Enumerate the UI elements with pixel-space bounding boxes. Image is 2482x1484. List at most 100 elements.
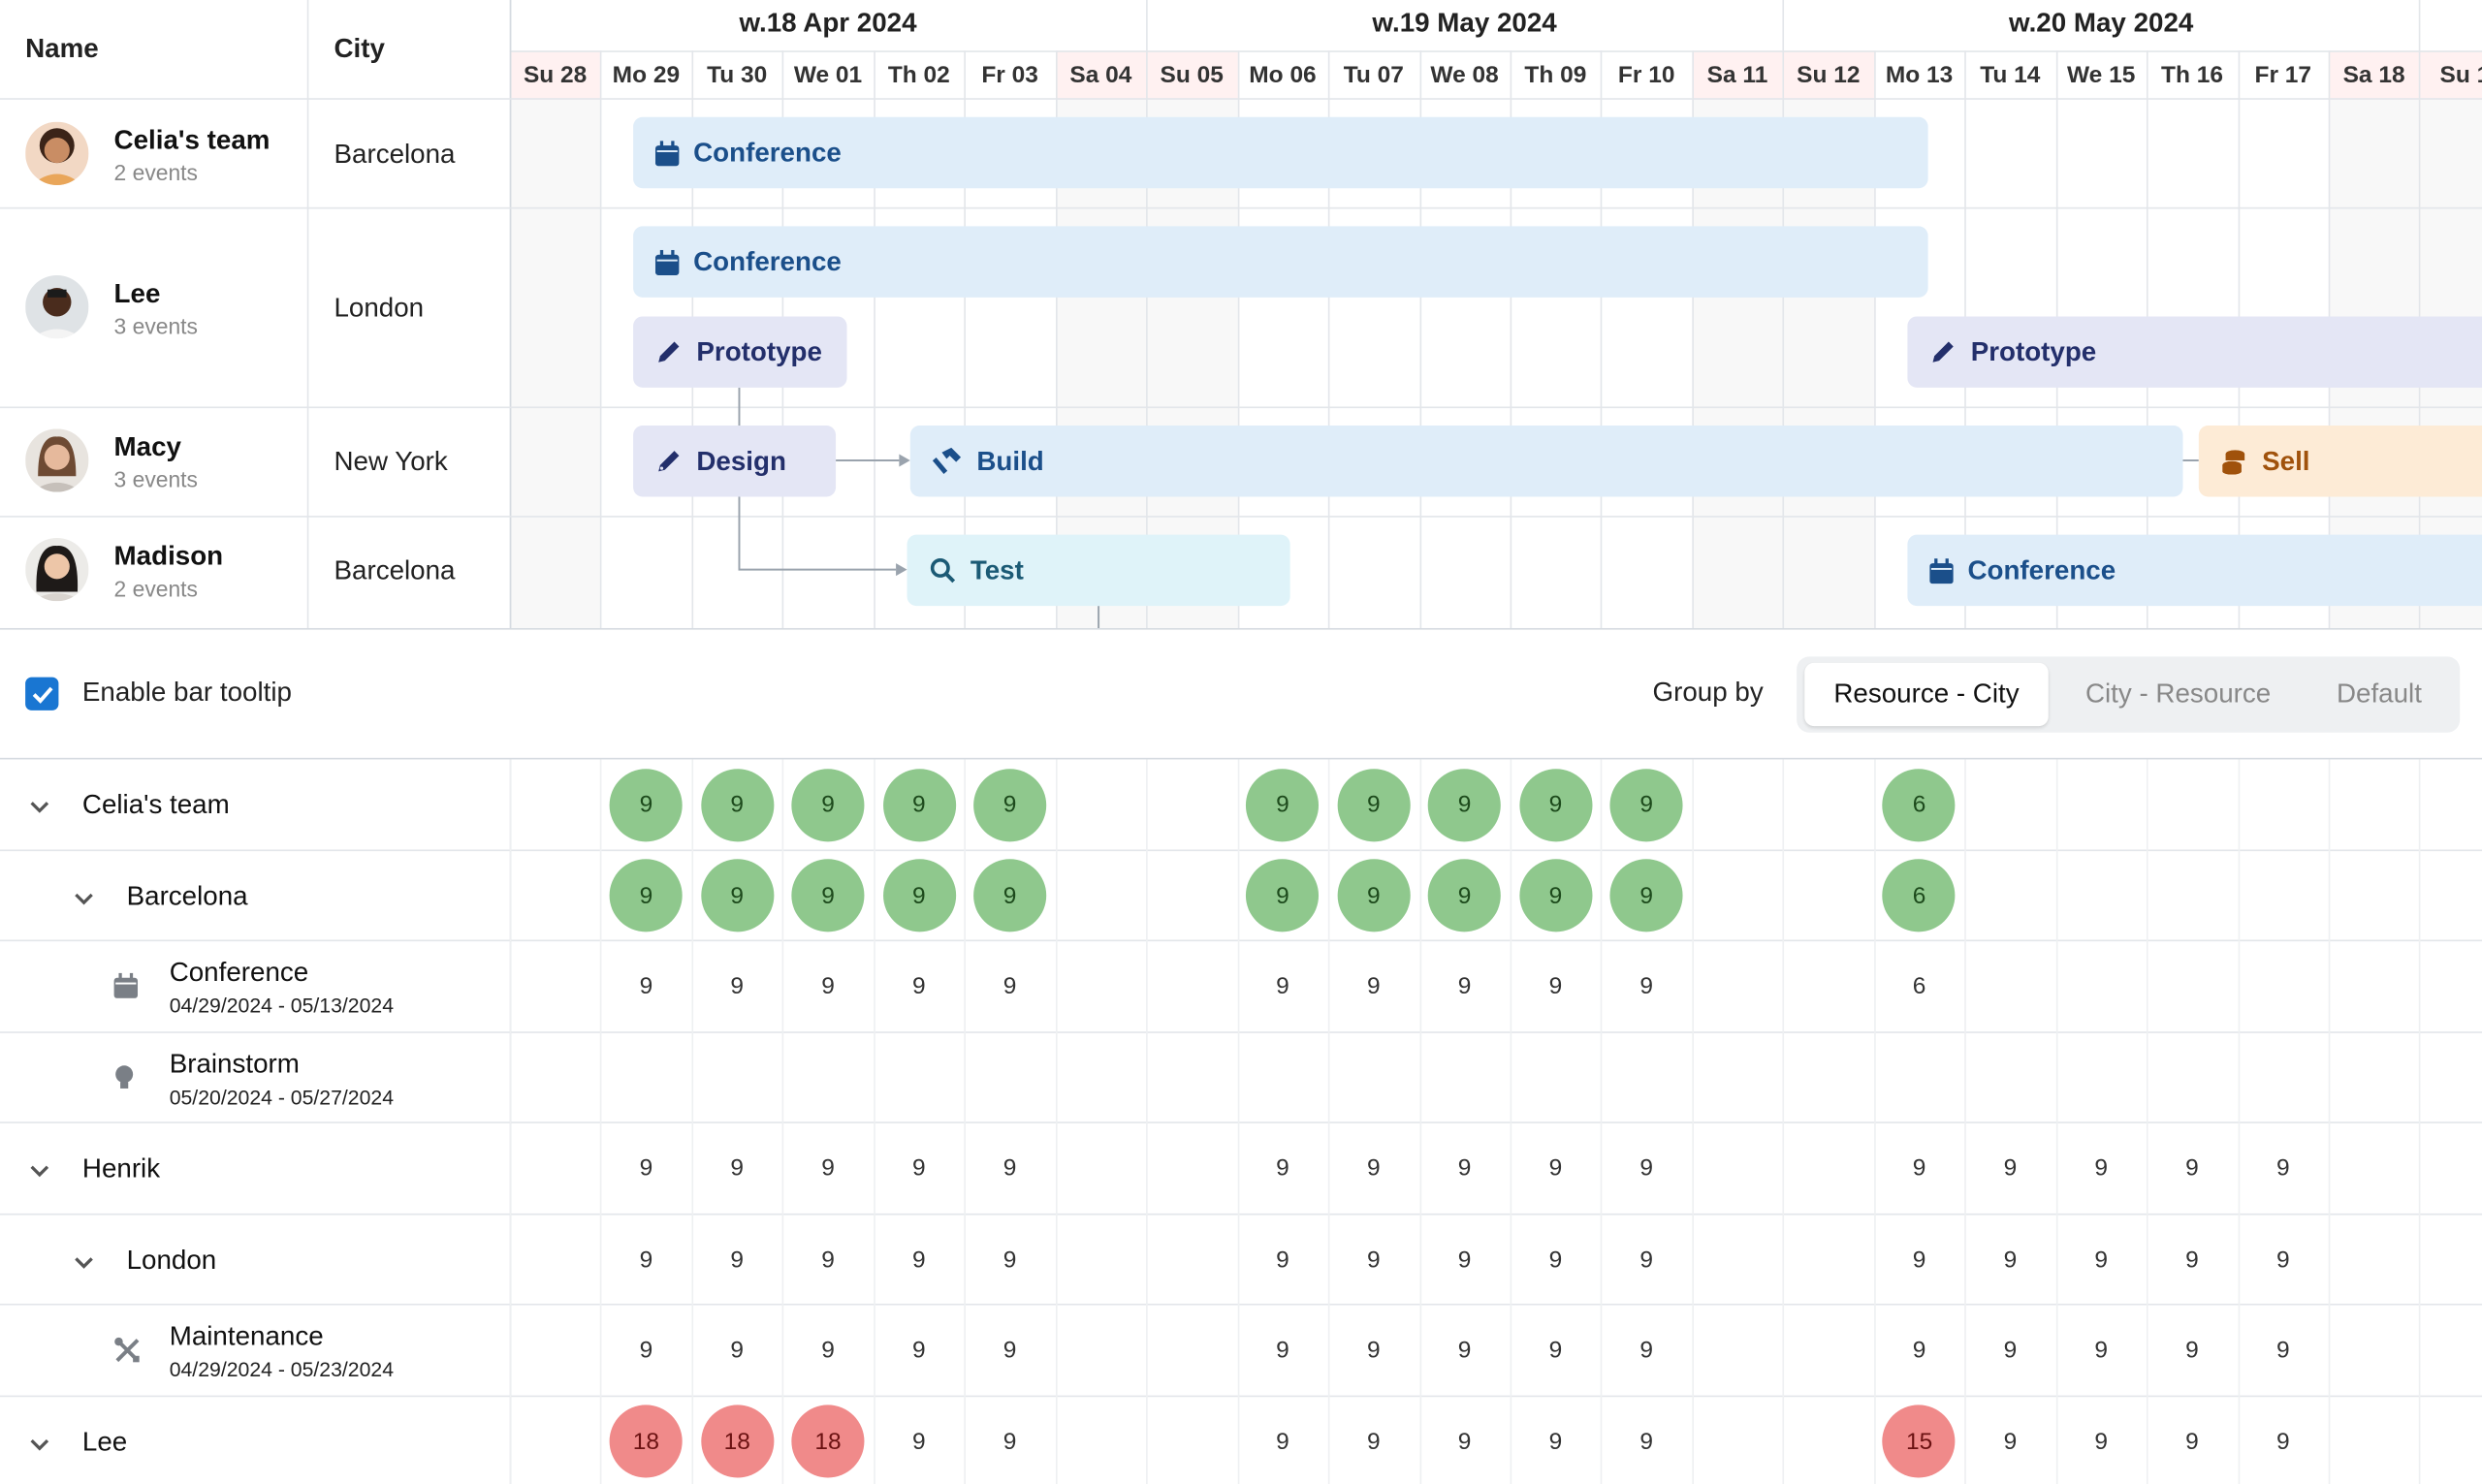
utilization-cell[interactable]: 9 xyxy=(1974,1314,2047,1387)
subgroup-row-label[interactable]: Barcelona xyxy=(127,880,248,912)
utilization-cell[interactable]: 9 xyxy=(2155,1405,2228,1477)
utilization-cell[interactable]: 9 xyxy=(973,950,1046,1023)
chevron-down-icon[interactable] xyxy=(73,1250,95,1273)
chevron-down-icon[interactable] xyxy=(28,1433,50,1455)
utilization-cell[interactable]: 9 xyxy=(2246,1405,2319,1477)
chevron-down-icon[interactable] xyxy=(28,796,50,818)
utilization-cell[interactable]: 9 xyxy=(791,1223,864,1296)
utilization-cell[interactable]: 9 xyxy=(791,1132,864,1205)
utilization-cell[interactable]: 9 xyxy=(1428,1405,1501,1477)
utilization-cell[interactable]: 9 xyxy=(882,768,956,841)
utilization-cell[interactable]: 9 xyxy=(1883,1314,1956,1387)
event-bar-test[interactable]: Test xyxy=(907,534,1290,607)
utilization-cell[interactable]: 9 xyxy=(700,768,774,841)
group-row-label[interactable]: Celia's team xyxy=(82,789,230,821)
utilization-cell[interactable]: 9 xyxy=(1519,950,1592,1023)
utilization-cell[interactable]: 9 xyxy=(2155,1223,2228,1296)
chevron-down-icon[interactable] xyxy=(28,1159,50,1182)
utilization-cell[interactable]: 9 xyxy=(701,1314,774,1387)
utilization-cell[interactable]: 9 xyxy=(1974,1132,2047,1205)
utilization-cell[interactable]: 9 xyxy=(701,950,774,1023)
utilization-cell[interactable]: 9 xyxy=(1519,1405,1592,1477)
utilization-cell[interactable]: 9 xyxy=(1610,1132,1683,1205)
event-bar-prototype[interactable]: Prototype xyxy=(1907,316,2482,388)
utilization-cell[interactable]: 9 xyxy=(2246,1132,2319,1205)
utilization-cell[interactable]: 9 xyxy=(700,859,774,932)
utilization-cell[interactable]: 18 xyxy=(609,1405,683,1478)
utilization-cell[interactable]: 9 xyxy=(610,950,683,1023)
utilization-cell[interactable]: 9 xyxy=(1428,859,1502,932)
utilization-cell[interactable]: 9 xyxy=(1246,768,1320,841)
utilization-cell[interactable]: 9 xyxy=(882,1223,955,1296)
utilization-cell[interactable]: 9 xyxy=(1519,1223,1592,1296)
event-bar-build[interactable]: Build xyxy=(909,426,2183,497)
utilization-cell[interactable]: 9 xyxy=(1246,1223,1319,1296)
utilization-cell[interactable]: 9 xyxy=(610,1223,683,1296)
group-row-label[interactable]: Henrik xyxy=(82,1153,160,1185)
utilization-cell[interactable]: 9 xyxy=(2065,1314,2138,1387)
utilization-cell[interactable]: 9 xyxy=(1246,859,1320,932)
utilization-cell[interactable]: 9 xyxy=(2155,1314,2228,1387)
utilization-cell[interactable]: 9 xyxy=(1428,1223,1501,1296)
utilization-cell[interactable]: 9 xyxy=(1246,950,1319,1023)
event-bar-sell[interactable]: Sell xyxy=(2198,426,2482,497)
utilization-cell[interactable]: 9 xyxy=(882,1405,955,1477)
event-bar-design[interactable]: Design xyxy=(633,426,837,497)
utilization-cell[interactable]: 6 xyxy=(1883,768,1957,841)
utilization-cell[interactable]: 9 xyxy=(1519,1314,1592,1387)
utilization-cell[interactable]: 9 xyxy=(1883,1223,1956,1296)
utilization-cell[interactable]: 9 xyxy=(882,1314,955,1387)
utilization-cell[interactable]: 9 xyxy=(2065,1223,2138,1296)
tooltip-checkbox[interactable] xyxy=(25,677,59,710)
utilization-cell[interactable]: 9 xyxy=(1610,1223,1683,1296)
utilization-cell[interactable]: 9 xyxy=(882,950,955,1023)
utilization-cell[interactable]: 9 xyxy=(1974,1405,2047,1477)
utilization-cell[interactable]: 9 xyxy=(791,950,864,1023)
utilization-cell[interactable]: 9 xyxy=(1519,1132,1592,1205)
utilization-cell[interactable]: 9 xyxy=(2155,1132,2228,1205)
utilization-cell[interactable]: 9 xyxy=(1337,1314,1410,1387)
event-bar-prototype[interactable]: Prototype xyxy=(633,316,847,388)
chevron-down-icon[interactable] xyxy=(73,887,95,909)
utilization-cell[interactable]: 9 xyxy=(973,1132,1046,1205)
event-bar-conference[interactable]: Conference xyxy=(633,116,1928,189)
group-option-default[interactable]: Default xyxy=(2307,663,2452,726)
utilization-cell[interactable]: 9 xyxy=(1246,1132,1319,1205)
utilization-cell[interactable]: 9 xyxy=(1610,1314,1683,1387)
utilization-cell[interactable]: 9 xyxy=(791,768,865,841)
utilization-cell[interactable]: 9 xyxy=(1246,1314,1319,1387)
utilization-cell[interactable]: 9 xyxy=(609,859,683,932)
utilization-cell[interactable]: 9 xyxy=(973,1405,1046,1477)
utilization-cell[interactable]: 9 xyxy=(1337,1223,1410,1296)
utilization-cell[interactable]: 9 xyxy=(1428,1314,1501,1387)
utilization-cell[interactable]: 9 xyxy=(2246,1223,2319,1296)
utilization-cell[interactable]: 9 xyxy=(1883,1132,1956,1205)
utilization-cell[interactable]: 9 xyxy=(1428,768,1502,841)
utilization-cell[interactable]: 9 xyxy=(1337,859,1411,932)
utilization-cell[interactable]: 9 xyxy=(973,859,1047,932)
utilization-cell[interactable]: 9 xyxy=(610,1132,683,1205)
utilization-cell[interactable]: 9 xyxy=(610,1314,683,1387)
utilization-cell[interactable]: 9 xyxy=(1337,1405,1410,1477)
utilization-cell[interactable]: 9 xyxy=(1337,1132,1410,1205)
utilization-cell[interactable]: 9 xyxy=(1610,950,1683,1023)
utilization-cell[interactable]: 9 xyxy=(1609,859,1683,932)
utilization-cell[interactable]: 9 xyxy=(1428,1132,1501,1205)
utilization-cell[interactable]: 18 xyxy=(791,1405,865,1478)
utilization-cell[interactable]: 6 xyxy=(1883,859,1957,932)
utilization-cell[interactable]: 9 xyxy=(791,859,865,932)
utilization-cell[interactable]: 9 xyxy=(701,1132,774,1205)
utilization-cell[interactable]: 9 xyxy=(973,768,1047,841)
utilization-cell[interactable]: 9 xyxy=(973,1223,1046,1296)
event-bar-conference[interactable]: Conference xyxy=(1907,534,2482,607)
utilization-cell[interactable]: 9 xyxy=(2246,1314,2319,1387)
utilization-cell[interactable]: 9 xyxy=(609,768,683,841)
utilization-cell[interactable]: 9 xyxy=(973,1314,1046,1387)
utilization-cell[interactable]: 9 xyxy=(882,1132,955,1205)
group-option-city-resource[interactable]: City - Resource xyxy=(2056,663,2300,726)
utilization-cell[interactable]: 9 xyxy=(1428,950,1501,1023)
event-bar-conference[interactable]: Conference xyxy=(633,226,1928,298)
group-option-resource-city[interactable]: Resource - City xyxy=(1804,662,2049,727)
utilization-cell[interactable]: 18 xyxy=(700,1405,774,1478)
utilization-cell[interactable]: 9 xyxy=(791,1314,864,1387)
